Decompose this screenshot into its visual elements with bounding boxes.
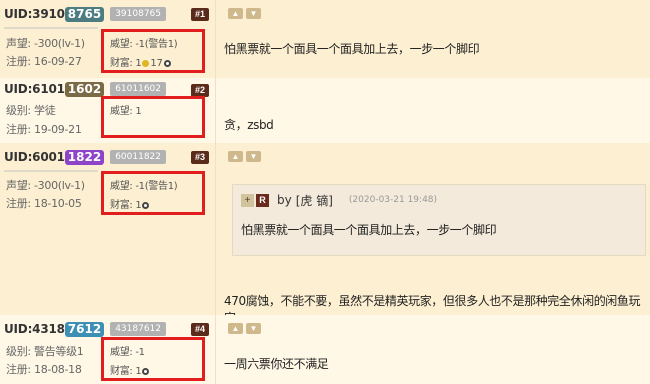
post-4-content-panel: ▲ ▼ 一周六票你还不满足: [216, 315, 650, 384]
quote-text: 怕黑票就一个面具一个面具加上去，一步一个脚印: [241, 223, 497, 237]
post-4-author-panel: UID:4318 7612 43187612 #4 级别: 警告等级1 注册: …: [0, 315, 216, 384]
quote-plus-icon[interactable]: +: [241, 193, 254, 207]
post-1: UID:3910 8765 39108765 #1 声望: -300(lv-1)…: [0, 0, 650, 78]
register-date: 注册: 18-10-05: [6, 197, 82, 210]
uid-prefix: UID:6101: [4, 82, 65, 96]
quote-author[interactable]: [虎 镝]: [296, 192, 333, 209]
post-content: 怕黑票就一个面具一个面具加上去，一步一个脚印: [224, 42, 480, 56]
post-1-author-panel: UID:3910 8765 39108765 #1 声望: -300(lv-1)…: [0, 0, 216, 78]
wealth-text: 财富: 1: [110, 362, 150, 377]
floor-number[interactable]: #3: [190, 151, 209, 164]
silver-coin-icon: [163, 59, 171, 67]
post-2-content-panel: 贪，zsbd: [216, 78, 650, 143]
quote-header: + R by [虎 镝] (2020-03-21 19:48): [241, 192, 437, 208]
post-4-uid[interactable]: UID:4318 7612 43187612: [4, 321, 166, 337]
post-3-content-panel: ▲ ▼ + R by [虎 镝] (2020-03-21 19:48) 怕黑票就…: [216, 143, 650, 325]
thumb-down-icon[interactable]: ▼: [246, 151, 261, 162]
post-4: UID:4318 7612 43187612 #4 级别: 警告等级1 注册: …: [0, 315, 650, 384]
level-text: 级别: 学徒: [6, 104, 56, 117]
silver-coin-icon: [142, 201, 150, 209]
post-3-author-panel: UID:6001 1822 60011822 #3 声望: -300(lv-1)…: [0, 143, 216, 315]
uid-badge: 7612: [64, 321, 105, 337]
gold-coin-icon: [142, 59, 150, 67]
thumb-up-icon[interactable]: ▲: [228, 8, 243, 19]
quote-reply-icon[interactable]: R: [256, 193, 269, 207]
forum-thread: UID:3910 8765 39108765 #1 声望: -300(lv-1)…: [0, 0, 650, 384]
prestige-text: 威望: -1(警告1): [110, 39, 178, 50]
quote-date: (2020-03-21 19:48): [348, 195, 438, 205]
thumb-up-icon[interactable]: ▲: [228, 323, 243, 334]
post-1-content-panel: ▲ ▼ 怕黑票就一个面具一个面具加上去，一步一个脚印: [216, 0, 650, 78]
uid-badge: 8765: [64, 6, 105, 22]
uid-full-tag: 39108765: [110, 7, 166, 21]
floor-number[interactable]: #1: [190, 8, 209, 21]
wealth-gold-count: 17: [150, 58, 163, 69]
uid-full-tag: 43187612: [110, 322, 166, 336]
post-3-uid[interactable]: UID:6001 1822 60011822: [4, 149, 166, 165]
prestige-text: 威望: -1: [110, 347, 145, 358]
register-date: 注册: 16-09-27: [6, 55, 82, 68]
prestige-text: 威望: -1(警告1): [110, 181, 178, 192]
register-date: 注册: 18-08-18: [6, 363, 82, 376]
uid-prefix: UID:3910: [4, 7, 65, 21]
post-2-uid[interactable]: UID:6101 1602 61011602: [4, 81, 166, 97]
register-date: 注册: 19-09-21: [6, 123, 82, 136]
thumb-down-icon[interactable]: ▼: [246, 8, 261, 19]
level-text: 级别: 警告等级1: [6, 345, 84, 358]
post-content: 一周六票你还不满足: [224, 357, 329, 371]
post-content: 贪，zsbd: [224, 118, 274, 132]
post-2-author-panel: UID:6101 1602 61011602 #2 级别: 学徒 注册: 19-…: [0, 78, 216, 143]
prestige-text: 威望: 1: [110, 106, 142, 117]
wealth-label: 财富: 1: [110, 58, 142, 69]
divider: [4, 170, 98, 172]
thumb-down-icon[interactable]: ▼: [246, 323, 261, 334]
wealth-text: 财富: 1: [110, 196, 150, 211]
uid-badge: 1602: [64, 81, 105, 97]
quote-by-label: by: [277, 193, 292, 207]
wealth-label: 财富: 1: [110, 366, 142, 377]
post-3: UID:6001 1822 60011822 #3 声望: -300(lv-1)…: [0, 143, 650, 325]
divider: [4, 27, 98, 29]
uid-prefix: UID:4318: [4, 322, 65, 336]
post-2: UID:6101 1602 61011602 #2 级别: 学徒 注册: 19-…: [0, 78, 650, 143]
silver-coin-icon: [142, 367, 150, 375]
post-1-uid[interactable]: UID:3910 8765 39108765: [4, 6, 166, 22]
thumb-up-icon[interactable]: ▲: [228, 151, 243, 162]
uid-full-tag: 60011822: [110, 150, 166, 164]
uid-full-tag: 61011602: [110, 82, 166, 96]
reputation-text: 声望: -300(lv-1): [6, 37, 85, 50]
uid-prefix: UID:6001: [4, 150, 65, 164]
wealth-label: 财富: 1: [110, 200, 142, 211]
floor-number[interactable]: #4: [190, 323, 209, 336]
reputation-text: 声望: -300(lv-1): [6, 179, 85, 192]
uid-badge: 1822: [64, 149, 105, 165]
quote-block: + R by [虎 镝] (2020-03-21 19:48) 怕黑票就一个面具…: [232, 184, 646, 256]
wealth-text: 财富: 1 17: [110, 54, 172, 69]
